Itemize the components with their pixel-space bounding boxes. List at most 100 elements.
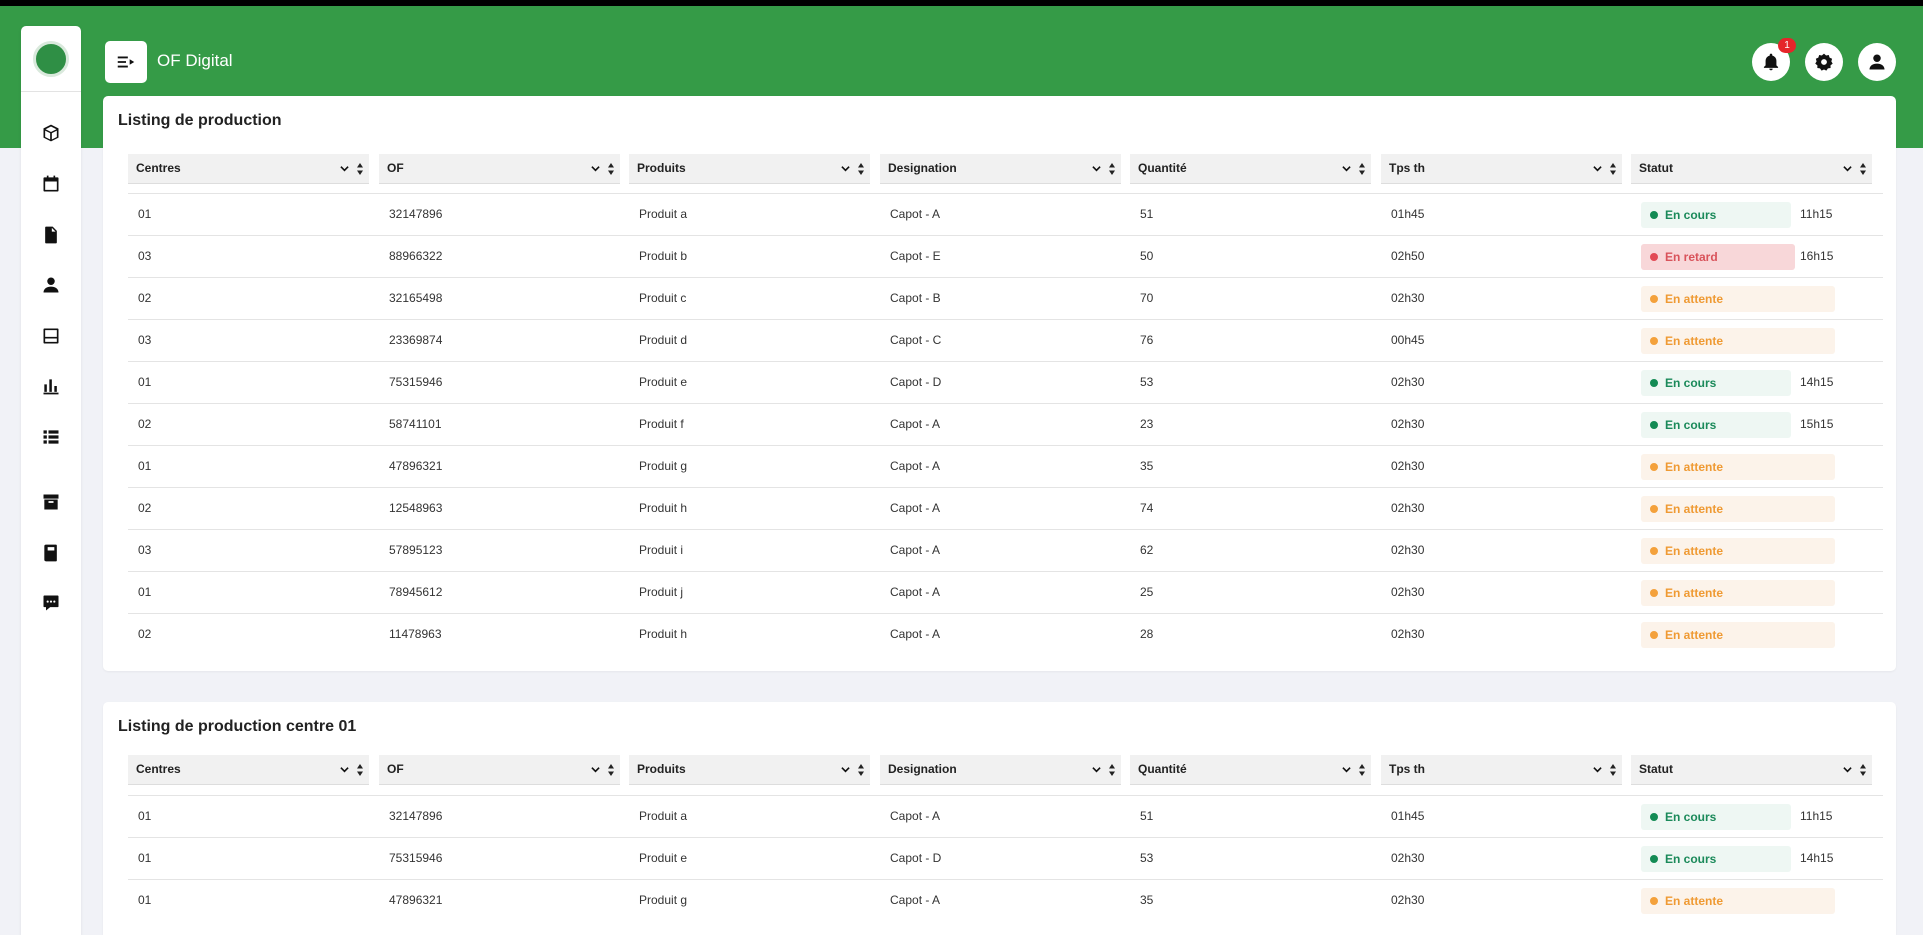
listing-centre-card: Listing de production centre 01 Centres O… <box>103 702 1896 935</box>
cell-centre: 02 <box>138 291 152 305</box>
table-row[interactable]: 01 78945612 Produit j Capot - A 25 02h30 En at… <box>128 571 1883 613</box>
column-header-label: OF <box>387 161 404 175</box>
table-row[interactable]: 01 75315946 Produit e Capot - D 53 02h30 En co… <box>128 361 1883 403</box>
chevron-down-icon <box>1843 166 1852 172</box>
cell-designation: Capot - A <box>890 627 941 641</box>
status-dot-icon <box>1650 421 1658 429</box>
cell-centre: 03 <box>138 333 152 347</box>
sort-icon <box>1610 764 1616 776</box>
logo-container <box>21 26 81 92</box>
table-row[interactable]: 02 32165498 Produit c Capot - B 70 02h30 En at… <box>128 277 1883 319</box>
cell-designation: Capot - E <box>890 249 941 263</box>
cube-icon[interactable] <box>39 121 63 145</box>
column-header-tps-th[interactable]: Tps th <box>1381 755 1622 785</box>
cell-tps-th: 02h30 <box>1391 375 1425 389</box>
cell-produit: Produit c <box>639 291 687 305</box>
cell-quantite: 70 <box>1140 291 1154 305</box>
list-icon[interactable] <box>39 425 63 449</box>
status-badge: En attente <box>1641 580 1835 606</box>
cell-of: 47896321 <box>389 459 443 473</box>
card-title: Listing de production centre 01 <box>118 718 357 735</box>
column-header-designation[interactable]: Designation <box>880 154 1121 184</box>
sort-icon <box>1860 163 1866 175</box>
sort-icon <box>357 764 363 776</box>
chevron-down-icon <box>1843 767 1852 773</box>
column-header-label: Statut <box>1639 762 1673 776</box>
calendar-icon[interactable] <box>39 172 63 196</box>
table-row[interactable]: 02 11478963 Produit h Capot - A 28 02h30 En at… <box>128 613 1883 655</box>
table-row[interactable]: 03 57895123 Produit i Capot - A 62 02h30 En at… <box>128 529 1883 571</box>
cell-tps-th: 02h30 <box>1391 459 1425 473</box>
cell-tps-th: 01h45 <box>1391 809 1425 823</box>
settings-button[interactable] <box>1805 43 1843 81</box>
user-account-button[interactable] <box>1858 43 1896 81</box>
status-label: En cours <box>1665 208 1717 222</box>
cell-produit: Produit g <box>639 893 688 907</box>
chevron-down-icon <box>591 166 600 172</box>
column-header-statut[interactable]: Statut <box>1631 154 1872 184</box>
user-icon[interactable] <box>39 273 63 297</box>
status-label: En attente <box>1665 628 1724 642</box>
status-dot-icon <box>1650 631 1658 639</box>
book-icon[interactable] <box>39 541 63 565</box>
column-header-of[interactable]: OF <box>379 154 620 184</box>
cell-designation: Capot - D <box>890 375 942 389</box>
listing-card: Listing de production Centres OF Produits D… <box>103 96 1896 671</box>
column-header-label: OF <box>387 762 404 776</box>
column-header-centre[interactable]: Centres <box>128 755 369 785</box>
menu-toggle-button[interactable] <box>105 41 147 83</box>
sort-icon <box>357 163 363 175</box>
app-title: OF Digital <box>157 51 233 70</box>
column-header-quantite[interactable]: Quantité <box>1130 154 1371 184</box>
column-header-of[interactable]: OF <box>379 755 620 785</box>
status-badge: En attente <box>1641 538 1835 564</box>
table-row[interactable]: 02 12548963 Produit h Capot - A 74 02h30 En at… <box>128 487 1883 529</box>
table-row[interactable]: 01 75315946 Produit e Capot - D 53 02h30 En co… <box>128 837 1883 879</box>
table-row[interactable]: 01 47896321 Produit g Capot - A 35 02h30 En at… <box>128 879 1883 921</box>
column-header-quantite[interactable]: Quantité <box>1130 755 1371 785</box>
bar-chart-icon[interactable] <box>39 374 63 398</box>
chevron-down-icon <box>841 166 850 172</box>
inbox-icon[interactable] <box>39 324 63 348</box>
column-header-designation[interactable]: Designation <box>880 755 1121 785</box>
status-label: En cours <box>1665 852 1717 866</box>
column-header-tps-th[interactable]: Tps th <box>1381 154 1622 184</box>
status-label: En attente <box>1665 334 1724 348</box>
table-row[interactable]: 01 47896321 Produit g Capot - A 35 02h30 En at… <box>128 445 1883 487</box>
column-header-label: Quantité <box>1138 762 1187 776</box>
status-badge: En cours <box>1641 412 1791 438</box>
cell-centre: 03 <box>138 543 152 557</box>
chat-icon[interactable] <box>39 591 63 615</box>
column-header-label: Centres <box>136 762 181 776</box>
status-dot-icon <box>1650 897 1658 905</box>
chevron-down-icon <box>340 166 349 172</box>
status-time: 16h15 <box>1800 249 1834 263</box>
column-header-produit[interactable]: Produits <box>629 755 870 785</box>
cell-tps-th: 02h30 <box>1391 585 1425 599</box>
chevron-down-icon <box>1593 767 1602 773</box>
table-row[interactable]: 03 23369874 Produit d Capot - C 76 00h45 En at… <box>128 319 1883 361</box>
archive-icon[interactable] <box>39 490 63 514</box>
cell-designation: Capot - A <box>890 893 941 907</box>
cell-centre: 01 <box>138 809 152 823</box>
table-row[interactable]: 03 88966322 Produit b Capot - E 50 02h50 En re… <box>128 235 1883 277</box>
table-body: 01 32147896 Produit a Capot - A 51 01h45 En co… <box>128 795 1883 921</box>
cell-centre: 01 <box>138 893 152 907</box>
cell-quantite: 50 <box>1140 249 1154 263</box>
chevron-down-icon <box>340 767 349 773</box>
table-row[interactable]: 01 32147896 Produit a Capot - A 51 01h45 En co… <box>128 795 1883 837</box>
cell-quantite: 51 <box>1140 809 1154 823</box>
column-header-statut[interactable]: Statut <box>1631 755 1872 785</box>
status-label: En cours <box>1665 810 1717 824</box>
column-header-label: Designation <box>888 762 957 776</box>
column-header-produit[interactable]: Produits <box>629 154 870 184</box>
cell-designation: Capot - A <box>890 809 941 823</box>
table-row[interactable]: 02 58741101 Produit f Capot - A 23 02h30 En co… <box>128 403 1883 445</box>
cell-produit: Produit f <box>639 417 684 431</box>
table-row[interactable]: 01 32147896 Produit a Capot - A 51 01h45 En co… <box>128 193 1883 235</box>
status-dot-icon <box>1650 337 1658 345</box>
cell-centre: 01 <box>138 459 152 473</box>
column-header-centre[interactable]: Centres <box>128 154 369 184</box>
document-icon[interactable] <box>39 223 63 247</box>
status-badge: En cours <box>1641 370 1791 396</box>
